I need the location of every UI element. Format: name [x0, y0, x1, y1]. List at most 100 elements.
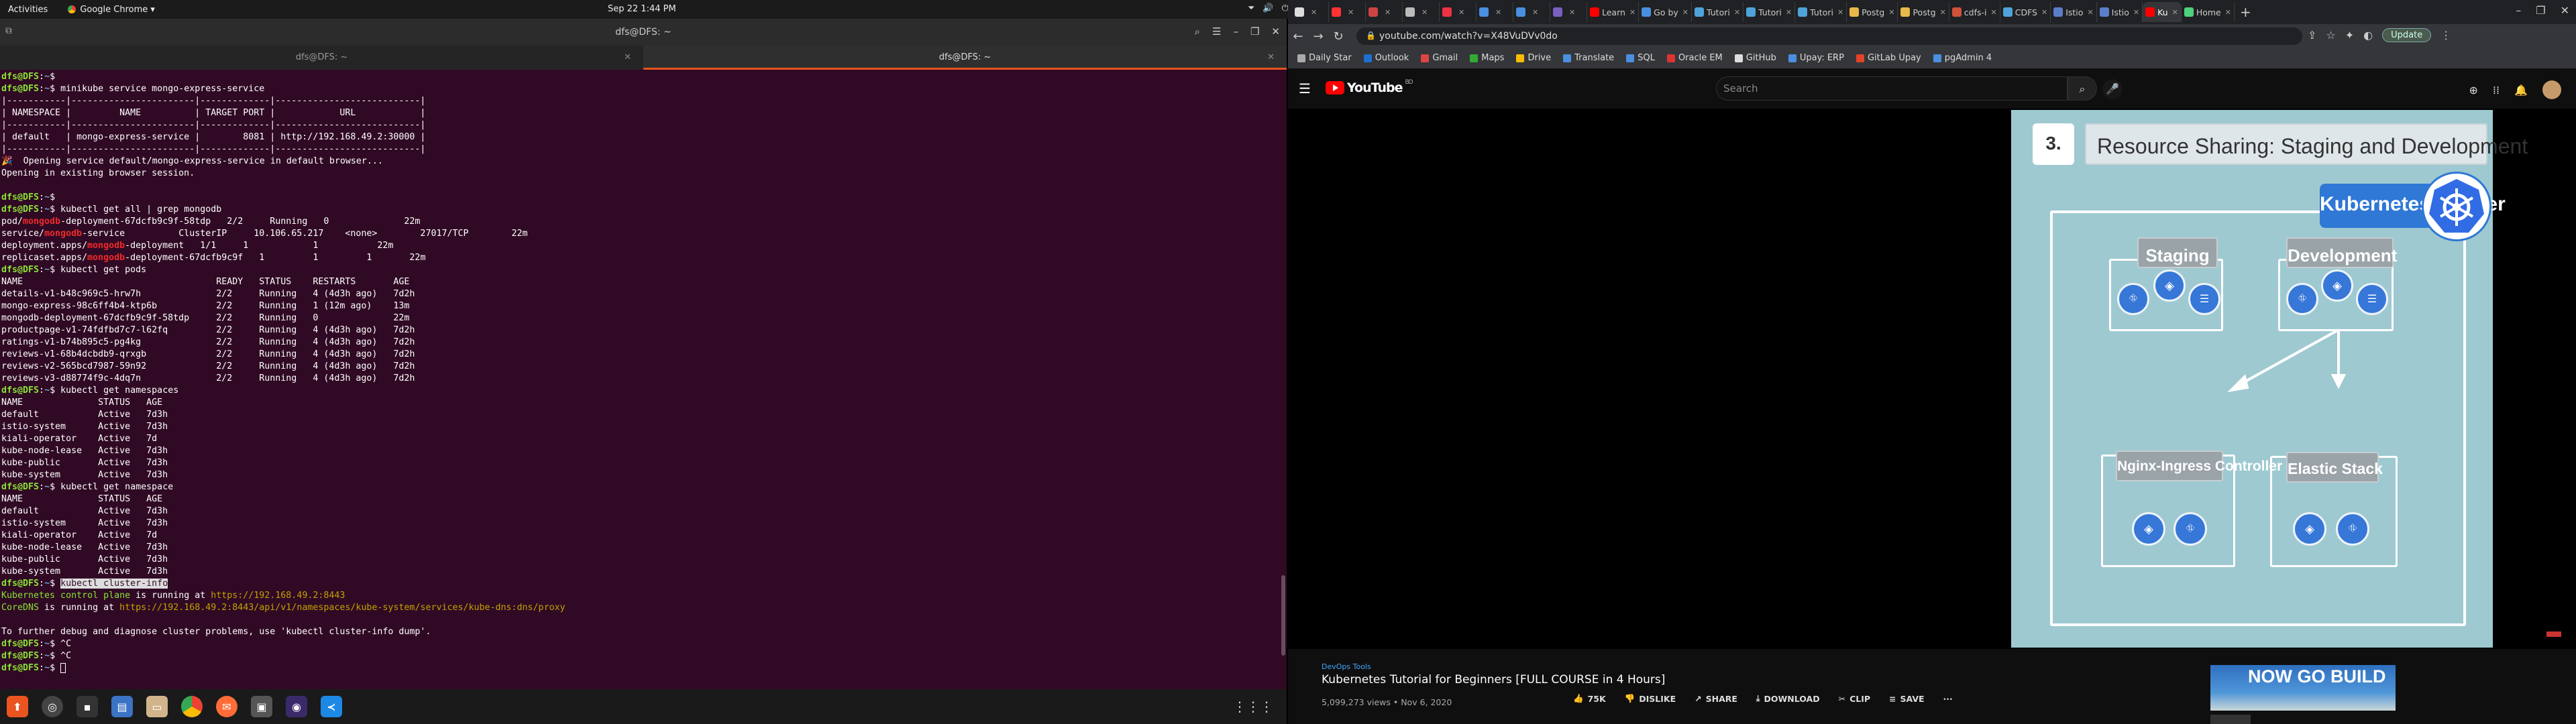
search-button[interactable]: ⌕	[2068, 76, 2097, 101]
avatar[interactable]	[2542, 80, 2561, 99]
bookmark-item[interactable]: pgAdmin 4	[1933, 53, 1992, 63]
close-icon[interactable]: ✕	[2561, 4, 2569, 17]
forward-icon[interactable]: →	[1308, 29, 1328, 44]
minimize-icon[interactable]: –	[1233, 25, 1238, 38]
extensions-icon[interactable]: ✦	[2345, 29, 2354, 42]
close-tab-icon[interactable]: ✕	[1421, 8, 1428, 17]
browser-tab[interactable]: CDFS ✕	[2000, 2, 2051, 22]
browser-tab[interactable]: Istio ✕	[2097, 2, 2143, 22]
browser-tab[interactable]: ✕	[1440, 2, 1477, 22]
close-tab-icon[interactable]: ✕	[2133, 8, 2139, 17]
apps-icon[interactable]: ⁞⁞	[2493, 84, 2500, 97]
screenshot-icon[interactable]: ▣	[251, 696, 272, 717]
download-button[interactable]: ⤓ DOWNLOAD	[1756, 693, 1820, 704]
bookmark-item[interactable]: Daily Star	[1297, 53, 1352, 63]
browser-tab[interactable]: Tutori ✕	[1692, 2, 1744, 22]
disk-icon[interactable]: ◎	[42, 696, 63, 717]
folder-icon[interactable]: ▭	[146, 696, 168, 717]
vscode-icon[interactable]: ≺	[321, 696, 342, 717]
close-tab-icon[interactable]: ✕	[1682, 8, 1688, 17]
menu-icon[interactable]: ☰	[1212, 25, 1221, 38]
terminal-titlebar[interactable]: ⧉ dfs@DFS: ~ ⌕ ☰ – ❐ ✕	[0, 19, 1287, 46]
bookmark-item[interactable]: Maps	[1470, 53, 1504, 63]
like-button[interactable]: 👍 75K	[1573, 693, 1606, 704]
browser-tab[interactable]: ✕	[1403, 2, 1440, 22]
browser-tab[interactable]: Tutori ✕	[1743, 2, 1796, 22]
browser-tab[interactable]: ✕	[1550, 2, 1587, 22]
close-tab-icon[interactable]: ✕	[1991, 8, 1997, 17]
bookmark-star-icon[interactable]: ☆	[2326, 29, 2335, 42]
terminal-tab-active[interactable]: dfs@DFS: ~ ✕	[643, 46, 1287, 70]
close-tab-icon[interactable]: ✕	[1495, 8, 1501, 17]
new-tab-button[interactable]: +	[2240, 4, 2251, 20]
bookmark-item[interactable]: Gmail	[1421, 53, 1458, 63]
bookmark-item[interactable]: GitHub	[1734, 53, 1776, 63]
close-tab-icon[interactable]: ✕	[1629, 8, 1635, 17]
bookmark-item[interactable]: Translate	[1563, 53, 1614, 63]
notifications-icon[interactable]: 🔔	[2514, 84, 2528, 97]
clip-button[interactable]: ✂ CLIP	[1839, 694, 1870, 704]
maximize-icon[interactable]: ❐	[2536, 4, 2545, 17]
close-tab-icon[interactable]: ✕	[2041, 8, 2047, 17]
bookmark-item[interactable]: GitLab Upay	[1856, 53, 1921, 63]
share-button[interactable]: ↗ SHARE	[1695, 694, 1737, 704]
maximize-icon[interactable]: ❐	[1250, 25, 1259, 38]
bookmark-item[interactable]: Oracle EM	[1666, 53, 1723, 63]
menu-icon[interactable]: ☰	[1299, 80, 1311, 97]
browser-tab[interactable]: Go by ✕	[1639, 2, 1693, 22]
chrome-icon[interactable]	[181, 696, 203, 717]
close-tab-icon[interactable]: ✕	[1837, 8, 1843, 17]
terminal-window[interactable]: ⧉ dfs@DFS: ~ ⌕ ☰ – ❐ ✕ dfs@DFS: ~ ✕ dfs@DFS: …	[0, 19, 1287, 689]
browser-tab[interactable]: ✕	[1477, 2, 1513, 22]
browser-tab[interactable]: ✕	[1329, 2, 1366, 22]
close-tab-icon[interactable]: ✕	[2087, 8, 2093, 17]
app-menu[interactable]: Google Chrome ▾	[68, 5, 155, 15]
close-tab-icon[interactable]: ✕	[1267, 52, 1275, 62]
share-icon[interactable]: ⇪	[2308, 29, 2316, 42]
browser-tab[interactable]: Home ✕	[2182, 2, 2235, 22]
close-tab-icon[interactable]: ✕	[624, 52, 631, 62]
camera-icon[interactable]: ◉	[286, 696, 307, 717]
browser-tab[interactable]: ✕	[1292, 2, 1329, 22]
more-button[interactable]: ···	[1943, 694, 1953, 704]
bookmark-item[interactable]: Upay: ERP	[1788, 53, 1844, 63]
postman-icon[interactable]: ✉	[216, 696, 237, 717]
terminal-tab[interactable]: dfs@DFS: ~ ✕	[0, 46, 643, 70]
terminal-output[interactable]: dfs@DFS:~$ dfs@DFS:~$ minikube service m…	[0, 70, 1287, 689]
close-tab-icon[interactable]: ✕	[1458, 8, 1464, 17]
show-apps-icon[interactable]: ⋮⋮⋮	[1233, 699, 1273, 715]
video-player[interactable]: 3. Resource Sharing: Staging and Develop…	[1288, 109, 2576, 649]
browser-tab[interactable]: Istio ✕	[2051, 2, 2097, 22]
terminal-icon[interactable]: ▪	[76, 696, 98, 717]
menu-icon[interactable]: ⋮	[2440, 29, 2451, 42]
close-icon[interactable]: ✕	[1271, 25, 1280, 38]
browser-tab[interactable]: ✕	[1513, 2, 1550, 22]
activities-button[interactable]: Activities	[8, 5, 48, 15]
youtube-logo[interactable]: YouTube BD	[1326, 79, 1413, 95]
close-tab-icon[interactable]: ✕	[2172, 8, 2178, 17]
files-icon[interactable]: ▤	[111, 696, 133, 717]
browser-tab[interactable]: Tutori ✕	[1795, 2, 1847, 22]
mic-icon[interactable]: 🎤	[2102, 79, 2123, 99]
close-tab-icon[interactable]: ✕	[1385, 8, 1391, 17]
browser-tab[interactable]: Ku ✕	[2143, 2, 2182, 22]
bookmark-item[interactable]: Outlook	[1363, 53, 1409, 63]
browser-tab[interactable]: ✕	[1366, 2, 1403, 22]
close-tab-icon[interactable]: ✕	[1940, 8, 1946, 17]
search-icon[interactable]: ⌕	[1195, 25, 1200, 38]
address-bar[interactable]: 🔒 youtube.com/watch?v=X48VuDVv0do	[1356, 27, 2302, 45]
close-tab-icon[interactable]: ✕	[1569, 8, 1575, 17]
search-input[interactable]: Search	[1716, 76, 2068, 101]
close-tab-icon[interactable]: ✕	[1734, 8, 1740, 17]
bookmark-item[interactable]: SQL	[1626, 53, 1655, 63]
ubuntu-software-icon[interactable]: ⬆	[7, 696, 28, 717]
browser-tab[interactable]: Learn ✕	[1587, 2, 1640, 22]
clock[interactable]: Sep 22 1:44 PM	[608, 4, 676, 14]
close-tab-icon[interactable]: ✕	[2225, 8, 2231, 17]
browser-tab[interactable]: Postg ✕	[1898, 2, 1949, 22]
save-button[interactable]: ≡ SAVE	[1889, 694, 1925, 704]
scrollbar[interactable]	[1281, 575, 1285, 656]
system-tray[interactable]: ⏷ 🔊 ⏻	[1248, 3, 1289, 13]
profile-icon[interactable]: ◐	[2363, 29, 2373, 42]
create-icon[interactable]: ⊕	[2469, 84, 2478, 97]
